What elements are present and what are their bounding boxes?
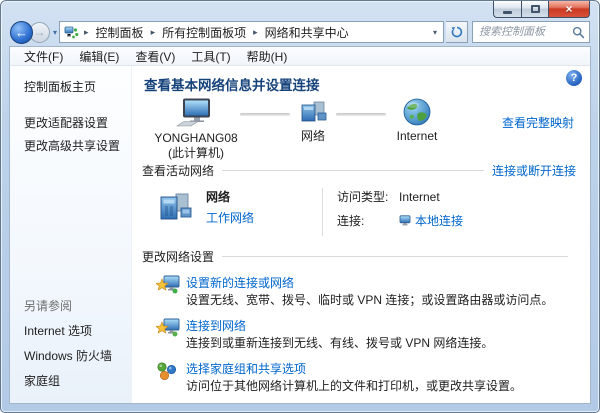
see-also-header: 另请参阅: [24, 299, 73, 313]
refresh-icon: [451, 26, 462, 38]
homegroup-sharing-options-desc: 访问位于其他网络计算机上的文件和打印机，或更改共享设置。: [186, 379, 523, 393]
map-node-network[interactable]: 网络: [290, 98, 336, 144]
connect-to-network-desc: 连接到或重新连接到无线、有线、拨号或 VPN 网络连接。: [186, 336, 494, 350]
homegroup-icon: [157, 362, 177, 381]
crumb-separator-icon: ▸: [150, 26, 156, 37]
sidebar-item-change-adapter-settings[interactable]: 更改适配器设置: [10, 111, 131, 134]
sidebar-item-homegroup[interactable]: 家庭组: [24, 372, 112, 389]
active-networks-header: 查看活动网络 连接或断开连接: [142, 162, 576, 179]
network-map: YONGHANG08 (此计算机) 网络 Internet 查看完整映射: [152, 98, 576, 160]
breadcrumb-all-items[interactable]: 所有控制面板项: [160, 23, 248, 42]
caption-buttons: ×: [493, 1, 590, 18]
minimize-button[interactable]: [493, 1, 521, 18]
sidebar-item-control-panel-home[interactable]: 控制面板主页: [10, 66, 131, 95]
sidebar-item-change-advanced-sharing[interactable]: 更改高级共享设置: [10, 134, 131, 157]
network-location-icon: [64, 26, 79, 38]
address-dropdown-icon[interactable]: ▾: [429, 28, 441, 37]
network-type-link[interactable]: 工作网络: [206, 211, 254, 225]
connect-disconnect-link[interactable]: 连接或断开连接: [492, 162, 576, 179]
maximize-icon: [530, 5, 540, 13]
active-network-icon[interactable]: [156, 188, 194, 226]
crumb-separator-icon: ▸: [253, 26, 258, 37]
setting-item-homegroup-sharing[interactable]: 选择家庭组和共享选项 访问位于其他网络计算机上的文件和打印机，或更改共享设置。: [156, 360, 576, 394]
close-icon: ×: [565, 2, 573, 16]
sidebar: 控制面板主页 更改适配器设置 更改高级共享设置 另请参阅 Internet 选项…: [10, 66, 132, 403]
setup-new-connection-desc: 设置无线、宽带、拨号、临时或 VPN 连接；或设置路由器或访问点。: [186, 293, 554, 307]
change-network-settings-header: 更改网络设置: [142, 248, 576, 265]
search-input[interactable]: [479, 26, 572, 38]
menu-bar: 文件(F) 编辑(E) 查看(V) 工具(T) 帮助(H): [10, 47, 590, 66]
forward-arrow-icon: →: [33, 25, 46, 39]
close-button[interactable]: ×: [548, 1, 590, 18]
maximize-button[interactable]: [521, 1, 548, 18]
breadcrumb[interactable]: ▸ 控制面板 ▸ 所有控制面板项 ▸ 网络和共享中心 ▾: [59, 21, 444, 43]
minimize-icon: [503, 10, 512, 14]
network-icon: [301, 101, 327, 122]
map-node-computer[interactable]: YONGHANG08 (此计算机): [152, 98, 240, 161]
menu-edit[interactable]: 编辑(E): [71, 46, 127, 67]
change-network-settings-title: 更改网络设置: [142, 250, 215, 264]
setting-item-connect-network[interactable]: 连接到网络 连接到或重新连接到无线、有线、拨号或 VPN 网络连接。: [155, 317, 576, 351]
breadcrumb-network-sharing-center[interactable]: 网络和共享中心: [263, 23, 351, 42]
active-network-info: 网络 工作网络: [206, 188, 322, 236]
map-network-label: 网络: [300, 129, 325, 143]
main-content: ? 查看基本网络信息并设置连接 YONGHANG08 (此计算机) 网络 Int…: [132, 66, 590, 403]
see-also-section: 另请参阅 Internet 选项 Windows 防火墙 家庭组: [24, 297, 112, 397]
connections-label: 连接:: [337, 214, 365, 228]
recent-pages-dropdown[interactable]: ▾: [53, 28, 57, 37]
map-connector-line: [240, 113, 290, 116]
search-icon[interactable]: [572, 26, 585, 39]
address-bar: ← → ▾ ▸ 控制面板 ▸ 所有控制面板项 ▸ 网络和共享中心 ▾: [10, 20, 590, 44]
window-client-area: 文件(F) 编辑(E) 查看(V) 工具(T) 帮助(H) 控制面板主页 更改适…: [9, 46, 591, 404]
internet-globe-icon: [403, 98, 431, 126]
local-area-connection-link[interactable]: 本地连接: [415, 212, 463, 229]
setting-item-new-connection[interactable]: 设置新的连接或网络 设置无线、宽带、拨号、临时或 VPN 连接；或设置路由器或访…: [155, 274, 576, 308]
active-network-details: 访问类型: Internet 连接: 本地连接: [322, 188, 576, 236]
page-title: 查看基本网络信息并设置连接: [144, 78, 320, 93]
access-type-label: 访问类型:: [337, 190, 389, 204]
homegroup-sharing-options-link[interactable]: 选择家庭组和共享选项: [186, 362, 306, 376]
active-network-card: 网络 工作网络 访问类型: Internet 连接: 本地连接: [142, 179, 576, 242]
back-arrow-icon: ←: [15, 24, 28, 40]
connect-to-network-link[interactable]: 连接到网络: [186, 319, 246, 333]
menu-help[interactable]: 帮助(H): [239, 46, 296, 67]
see-full-map-link[interactable]: 查看完整映射: [502, 114, 574, 131]
computer-icon: [176, 98, 210, 127]
help-button[interactable]: ?: [566, 70, 582, 86]
map-internet-label: Internet: [396, 129, 438, 143]
map-computer-label: YONGHANG08 (此计算机): [154, 131, 238, 160]
access-type-value: Internet: [399, 189, 440, 204]
active-networks-title: 查看活动网络: [142, 164, 215, 178]
active-network-name: 网络: [206, 190, 231, 204]
sidebar-item-windows-firewall[interactable]: Windows 防火墙: [24, 347, 112, 364]
map-node-internet[interactable]: Internet: [386, 98, 448, 144]
local-connection-icon: [399, 215, 411, 226]
menu-tools[interactable]: 工具(T): [183, 46, 238, 67]
help-icon: ?: [570, 72, 578, 84]
back-button[interactable]: ←: [10, 20, 33, 44]
map-connector-line: [336, 113, 386, 116]
search-box: [472, 21, 590, 43]
new-connection-wizard-icon: [155, 275, 180, 294]
breadcrumb-control-panel[interactable]: 控制面板: [94, 23, 146, 42]
menu-view[interactable]: 查看(V): [127, 46, 183, 67]
connect-to-network-icon: [155, 318, 180, 337]
refresh-button[interactable]: [446, 21, 468, 43]
crumb-separator-icon: ▸: [84, 26, 89, 37]
menu-file[interactable]: 文件(F): [16, 46, 71, 67]
network-sharing-center-window: × ← → ▾ ▸ 控制面板 ▸ 所有控制面板项 ▸ 网络和共享中心 ▾ 搜索控…: [0, 0, 600, 413]
setup-new-connection-link[interactable]: 设置新的连接或网络: [186, 276, 294, 290]
divider: [222, 170, 484, 171]
sidebar-item-internet-options[interactable]: Internet 选项: [24, 322, 112, 339]
divider: [222, 256, 568, 257]
